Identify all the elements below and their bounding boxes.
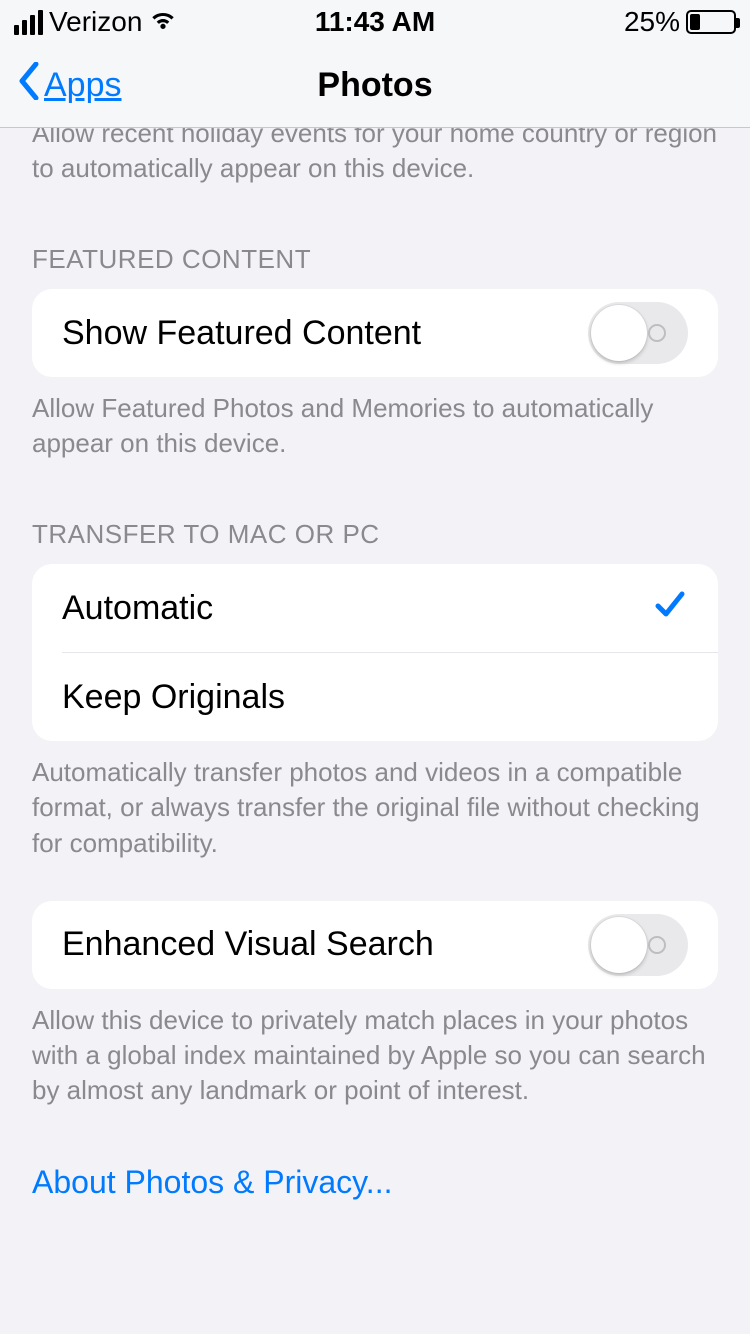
holiday-footer: Allow recent holiday events for your hom… [0, 128, 750, 186]
nav-bar: Apps Photos [0, 44, 750, 128]
carrier-label: Verizon [49, 6, 142, 38]
show-featured-content-toggle[interactable] [588, 302, 688, 364]
transfer-automatic-row[interactable]: Automatic [32, 564, 718, 652]
transfer-keep-originals-row[interactable]: Keep Originals [32, 653, 718, 741]
status-bar: Verizon 11:43 AM 25% [0, 0, 750, 44]
status-left: Verizon [14, 6, 178, 38]
chevron-left-icon [16, 62, 40, 109]
enhanced-visual-search-label: Enhanced Visual Search [62, 925, 588, 964]
transfer-footer: Automatically transfer photos and videos… [0, 741, 750, 860]
transfer-automatic-label: Automatic [62, 589, 652, 628]
back-label: Apps [44, 66, 122, 105]
show-featured-content-label: Show Featured Content [62, 314, 588, 353]
featured-header: FEATURED CONTENT [0, 186, 750, 289]
show-featured-content-row[interactable]: Show Featured Content [32, 289, 718, 377]
enhanced-visual-search-toggle[interactable] [588, 914, 688, 976]
wifi-icon [148, 6, 178, 38]
transfer-keep-originals-label: Keep Originals [62, 678, 688, 717]
back-button[interactable]: Apps [16, 62, 122, 109]
transfer-header: TRANSFER TO MAC OR PC [0, 461, 750, 564]
evs-footer: Allow this device to privately match pla… [0, 989, 750, 1108]
settings-content[interactable]: Show Holiday Events Allow recent holiday… [0, 128, 750, 1334]
about-privacy-link[interactable]: About Photos & Privacy... [0, 1108, 750, 1221]
enhanced-visual-search-row[interactable]: Enhanced Visual Search [32, 901, 718, 989]
checkmark-icon [652, 586, 688, 630]
status-right: 25% [624, 6, 736, 38]
battery-percent: 25% [624, 6, 680, 38]
cellular-signal-icon [14, 10, 43, 35]
battery-icon [686, 10, 736, 34]
featured-footer: Allow Featured Photos and Memories to au… [0, 377, 750, 461]
